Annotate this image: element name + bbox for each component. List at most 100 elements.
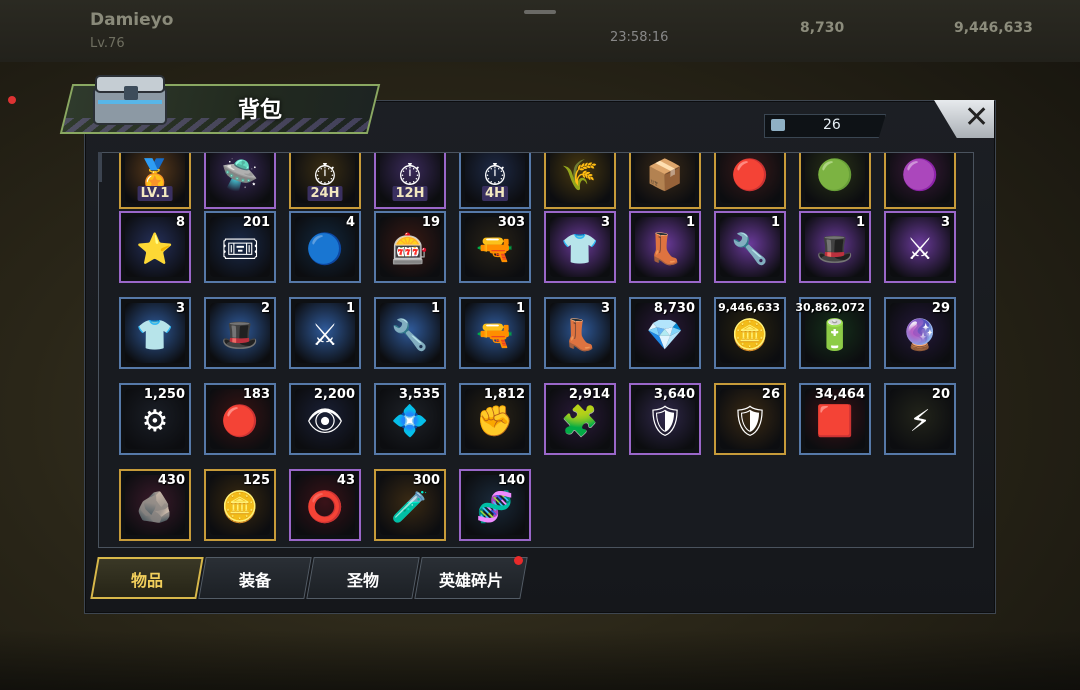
- item-slot-red-eye-emblem[interactable]: 👁 2,200: [289, 383, 361, 455]
- item-slot-dna-strand[interactable]: 🧬 140: [459, 469, 531, 541]
- item-slot-shirt-blueprint-blue[interactable]: 👕 3: [119, 297, 191, 369]
- item-slot-energy-token[interactable]: ⚡ 20: [884, 383, 956, 455]
- player-level: Lv.76: [90, 36, 125, 51]
- fist-emblem-icon: ✊: [476, 403, 514, 439]
- item-slot-sword-blueprint-purple[interactable]: ⚔ 3: [884, 211, 956, 283]
- item-slot-sword-blueprint-blue[interactable]: ⚔ 1: [289, 297, 361, 369]
- item-slot-bullet[interactable]: 🔫 303: [459, 211, 531, 283]
- item-quantity: 303: [497, 215, 525, 230]
- item-quantity: 3: [940, 215, 950, 230]
- item-slot-neon-cap[interactable]: 🔴: [714, 153, 786, 209]
- item-slot-gun-blueprint-purple[interactable]: 🔧 1: [714, 211, 786, 283]
- item-quantity: 183: [242, 387, 270, 402]
- resource-gold: 9,446,633: [954, 20, 1033, 36]
- item-slot-red-crystal[interactable]: 🟥 34,464: [799, 383, 871, 455]
- item-quantity: 201: [242, 215, 270, 230]
- drag-handle: [524, 10, 556, 14]
- tab-relics-label: 圣物: [346, 571, 379, 590]
- item-slot-crate-item[interactable]: 📦: [629, 153, 701, 209]
- chest-icon: [93, 75, 167, 125]
- item-slot-gun-blueprint-blue[interactable]: 🔧 1: [374, 297, 446, 369]
- item-quantity: 8: [175, 215, 185, 230]
- item-quantity: 2,200: [313, 387, 355, 402]
- item-slot-red-token[interactable]: 🔴 183: [204, 383, 276, 455]
- red-token-icon: 🔴: [221, 403, 259, 439]
- item-slot-puzzle-piece[interactable]: 🧩 2,914: [544, 383, 616, 455]
- item-slot-pistol-blueprint-blue[interactable]: 🔫 1: [459, 297, 531, 369]
- bullet-icon: 🔫: [476, 231, 514, 267]
- item-slot-boot-blueprint-purple[interactable]: 👢 1: [629, 211, 701, 283]
- gold-coin-stack-icon: 🪙: [221, 489, 259, 525]
- item-quantity: 300: [412, 473, 440, 488]
- red-core-icon: ⭕: [306, 489, 344, 525]
- item-tag: 4H: [482, 186, 508, 201]
- item-quantity: 3: [600, 301, 610, 316]
- item-slot-silver-emblem[interactable]: 💠 3,535: [374, 383, 446, 455]
- silver-emblem-icon: 💠: [391, 403, 429, 439]
- item-quantity: 1: [685, 215, 695, 230]
- red-crystal-icon: 🟥: [816, 403, 854, 439]
- green-battery-icon: 🔋: [816, 317, 854, 353]
- item-slot-teleport-item[interactable]: 🛸: [204, 153, 276, 209]
- item-slot-hero-shard-purple[interactable]: 🛡 3,640: [629, 383, 701, 455]
- item-slot-red-core[interactable]: ⭕ 43: [289, 469, 361, 541]
- pink-ore-icon: 🪨: [136, 489, 174, 525]
- gun-blueprint-blue-icon: 🔧: [391, 317, 429, 353]
- item-quantity: 1,812: [483, 387, 525, 402]
- bag-capacity: 26: [764, 114, 886, 138]
- item-quantity: 43: [336, 473, 355, 488]
- item-slot-potion[interactable]: 🧪 300: [374, 469, 446, 541]
- item-slot-boot-blueprint-blue[interactable]: 👢 3: [544, 297, 616, 369]
- player-name: Damieyo: [90, 10, 174, 30]
- item-slot-blue-chip[interactable]: 🔵 4: [289, 211, 361, 283]
- item-quantity: 8,730: [653, 301, 695, 316]
- item-slot-hat-blueprint-purple[interactable]: 🎩 1: [799, 211, 871, 283]
- item-tag: 12H: [392, 186, 428, 201]
- item-slot-speedup-4h[interactable]: ⏱ 4H: [459, 153, 531, 209]
- pink-cap-icon: 🟣: [901, 157, 939, 193]
- item-slot-gold-coins[interactable]: 🪙 9,446,633: [714, 297, 786, 369]
- item-slot-gear-part[interactable]: ⚙ 1,250: [119, 383, 191, 455]
- police-badge-icon: ⭐: [136, 231, 174, 267]
- purple-orb-icon: 🔮: [901, 317, 939, 353]
- item-grid[interactable]: 🏅 LV.1 🛸 ⏱ 24H ⏱ 12H ⏱ 4H 🌾 📦 🔴 🟢 🟣 ⭐ 8 🎟 201 🔵 4 🎰 19 🔫 303 👕 3 👢…: [98, 152, 974, 548]
- item-quantity: 19: [421, 215, 440, 230]
- boot-blueprint-blue-icon: 👢: [561, 317, 599, 353]
- item-quantity: 2,914: [568, 387, 610, 402]
- gun-blueprint-purple-icon: 🔧: [731, 231, 769, 267]
- item-slot-purple-orb[interactable]: 🔮 29: [884, 297, 956, 369]
- item-quantity: 125: [242, 473, 270, 488]
- resource-gems: 8,730: [800, 20, 845, 36]
- item-slot-green-battery[interactable]: 🔋 30,862,072: [795, 297, 871, 369]
- hat-blueprint-blue-icon: 🎩: [221, 317, 259, 353]
- item-slot-fist-emblem[interactable]: ✊ 1,812: [459, 383, 531, 455]
- item-slot-badge-lv1[interactable]: 🏅 LV.1: [119, 153, 191, 209]
- item-quantity: 20: [931, 387, 950, 402]
- item-slot-pink-ore[interactable]: 🪨 430: [119, 469, 191, 541]
- gear-part-icon: ⚙: [141, 403, 169, 439]
- item-slot-speedup-24h[interactable]: ⏱ 24H: [289, 153, 361, 209]
- item-slot-purple-gem[interactable]: 💎 8,730: [629, 297, 701, 369]
- item-slot-cinema-ticket[interactable]: 🎟 201: [204, 211, 276, 283]
- item-quantity: 34,464: [814, 387, 865, 402]
- hero-shards-badge: [514, 556, 523, 565]
- item-quantity: 1,250: [143, 387, 185, 402]
- item-slot-hero-shard-gold[interactable]: 🛡 26: [714, 383, 786, 455]
- item-slot-gold-coin-stack[interactable]: 🪙 125: [204, 469, 276, 541]
- item-slot-green-cap[interactable]: 🟢: [799, 153, 871, 209]
- event-timer: 23:58:16: [610, 30, 669, 45]
- item-slot-casino-chip[interactable]: 🎰 19: [374, 211, 446, 283]
- item-slot-police-badge[interactable]: ⭐ 8: [119, 211, 191, 283]
- item-slot-shirt-blueprint-purple[interactable]: 👕 3: [544, 211, 616, 283]
- item-slot-hat-blueprint-blue[interactable]: 🎩 2: [204, 297, 276, 369]
- item-slot-pink-cap[interactable]: 🟣: [884, 153, 956, 209]
- item-slot-food-token[interactable]: 🌾: [544, 153, 616, 209]
- bag-capacity-icon: [771, 119, 785, 131]
- sword-blueprint-purple-icon: ⚔: [906, 231, 934, 267]
- item-quantity: 3: [600, 215, 610, 230]
- item-quantity: 4: [345, 215, 355, 230]
- item-slot-speedup-12h[interactable]: ⏱ 12H: [374, 153, 446, 209]
- item-quantity: 30,862,072: [795, 301, 865, 314]
- scrollbar[interactable]: [98, 152, 102, 182]
- tab-hero-shards-label: 英雄碎片: [438, 571, 503, 590]
